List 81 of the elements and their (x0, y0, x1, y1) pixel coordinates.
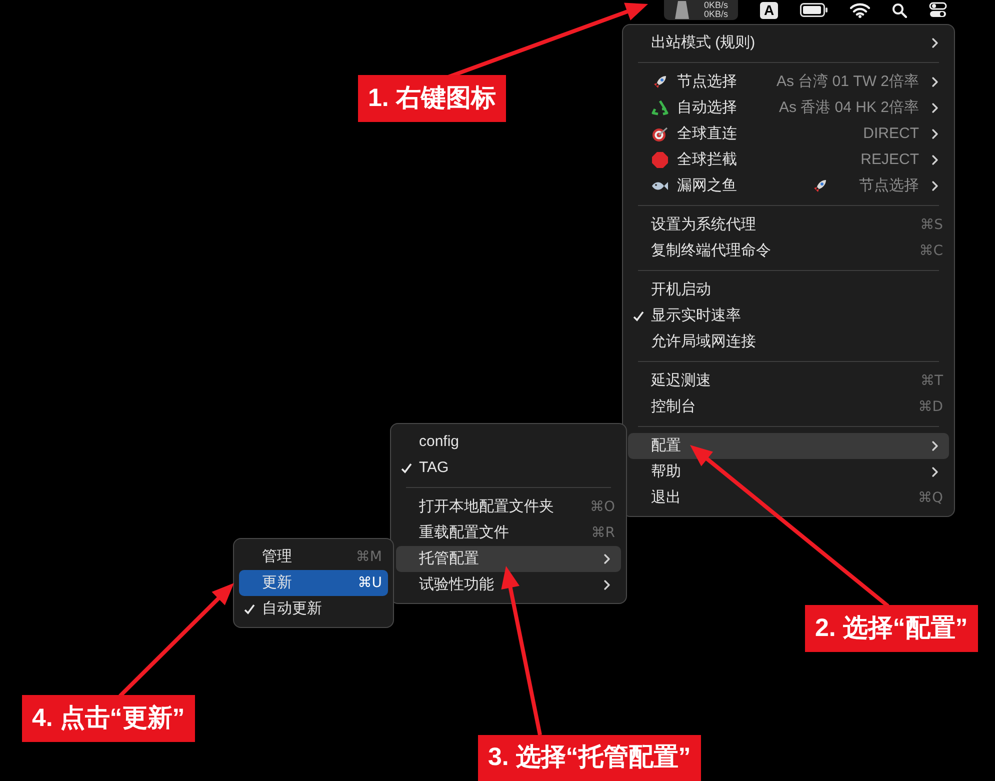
menu-item[interactable]: 复制终端代理命令 ⌘C (628, 238, 949, 264)
control-center-icon[interactable] (929, 2, 947, 18)
menu-item-value: As 香港 04 HK 2倍率 (778, 98, 919, 118)
menu-item-label: 试验性功能 (419, 574, 494, 595)
menu-item[interactable]: 全球直连 DIRECT (628, 121, 949, 147)
menu-item[interactable]: config (396, 429, 621, 455)
shortcut-text: ⌘U (358, 574, 382, 592)
menu-item-value: As 台湾 01 TW 2倍率 (776, 72, 919, 92)
annotation-label: 3. 选择“托管配置” (478, 735, 701, 781)
menu-item[interactable]: 自动选择 As 香港 04 HK 2倍率 (628, 95, 949, 121)
menu-item-value: 节点选择 (859, 176, 919, 196)
menu-item[interactable]: 打开本地配置文件夹 ⌘O (396, 494, 621, 520)
shortcut-text: ⌘S (920, 216, 943, 234)
menu-item-label: 全球直连 (677, 124, 737, 144)
menu-item-label: 节点选择 (677, 72, 737, 92)
menu-item[interactable]: 自动更新 (239, 596, 388, 622)
menu-item-label: 打开本地配置文件夹 (419, 496, 554, 517)
menu-item[interactable]: 更新 ⌘U (239, 570, 388, 596)
menu-item[interactable]: 开机启动 (628, 277, 949, 303)
checkmark-icon (244, 604, 255, 614)
search-icon[interactable] (892, 2, 907, 18)
annotation-label: 2. 选择“配置” (805, 605, 978, 652)
menu-item-label: 自动更新 (262, 598, 322, 619)
menu-item-value: DIRECT (863, 124, 919, 144)
menu-item[interactable]: 退出 ⌘Q (628, 485, 949, 511)
menu-item[interactable]: 托管配置 (396, 546, 621, 572)
menu-item-label: 控制台 (651, 396, 696, 417)
menu-item-label: 托管配置 (419, 548, 479, 569)
download-speed: 0KB/s (704, 10, 728, 19)
menu-item-label: 允许局域网连接 (651, 332, 756, 352)
menu-item-label: 复制终端代理命令 (651, 240, 771, 261)
menu-item-label: 更新 (262, 572, 292, 593)
menu-item-label: 退出 (651, 488, 681, 508)
battery-icon[interactable] (800, 3, 828, 17)
menu-item-label: 显示实时速率 (651, 306, 741, 326)
menu-item[interactable]: 延迟测速 ⌘T (628, 368, 949, 394)
menu-item[interactable]: 重载配置文件 ⌘R (396, 520, 621, 546)
shortcut-text: ⌘M (356, 548, 382, 566)
menu-item-label: 开机启动 (651, 280, 711, 300)
input-source-indicator[interactable]: A (760, 2, 778, 18)
menu-item-label: 漏网之鱼 (677, 176, 737, 196)
menu-item[interactable]: 显示实时速率 (628, 303, 949, 329)
annotation-label: 4. 点击“更新” (22, 695, 195, 742)
menu-item[interactable]: TAG (396, 455, 621, 481)
menu-item-label: 帮助 (651, 462, 681, 482)
menu-item[interactable]: 允许局域网连接 (628, 329, 949, 355)
shortcut-text: ⌘C (919, 242, 943, 260)
menu-item-value: REJECT (860, 150, 919, 170)
menu-item-label: config (419, 432, 460, 452)
upload-speed: 0KB/s (704, 1, 728, 10)
status-item[interactable]: 0KB/s 0KB/s (664, 0, 738, 20)
menu-item-label: 延迟测速 (651, 370, 711, 391)
shortcut-text: ⌘Q (918, 488, 943, 508)
menu-item-label: TAG (419, 458, 449, 478)
menu-item[interactable]: 控制台 ⌘D (628, 394, 949, 420)
shortcut-text: ⌘T (920, 372, 943, 390)
shortcut-text: ⌘D (918, 398, 943, 416)
menu-item[interactable]: 设置为系统代理 ⌘S (628, 212, 949, 238)
menu-item-label: 全球拦截 (677, 150, 737, 170)
menu-item[interactable]: 全球拦截 REJECT (628, 147, 949, 173)
menu-item-label: 出站模式 (规则) (651, 32, 756, 53)
wifi-icon[interactable] (850, 2, 870, 18)
menu-item[interactable]: 出站模式 (规则) (628, 30, 949, 56)
menu-item[interactable]: 试验性功能 (396, 572, 621, 598)
menu-item[interactable]: 节点选择 As 台湾 01 TW 2倍率 (628, 69, 949, 95)
menu-item[interactable]: 管理 ⌘M (239, 544, 388, 570)
annotation-label: 1. 右键图标 (358, 75, 506, 122)
menu-item[interactable]: 漏网之鱼 节点选择 (628, 173, 949, 199)
menu-item[interactable]: 帮助 (628, 459, 949, 485)
menu-item-label: 管理 (262, 546, 292, 567)
stop-sign-icon (651, 151, 669, 169)
menu-item-label: 自动选择 (677, 98, 737, 118)
menu-item-label: 配置 (651, 436, 681, 456)
checkmark-icon (401, 462, 412, 474)
target-icon (651, 125, 669, 143)
shortcut-text: ⌘R (591, 524, 615, 542)
menu-item[interactable]: 配置 (628, 433, 949, 459)
shortcut-text: ⌘O (590, 498, 615, 516)
menu-item-label: 重载配置文件 (419, 522, 509, 543)
menu-item-label: 设置为系统代理 (651, 214, 756, 235)
checkmark-icon (633, 310, 644, 322)
